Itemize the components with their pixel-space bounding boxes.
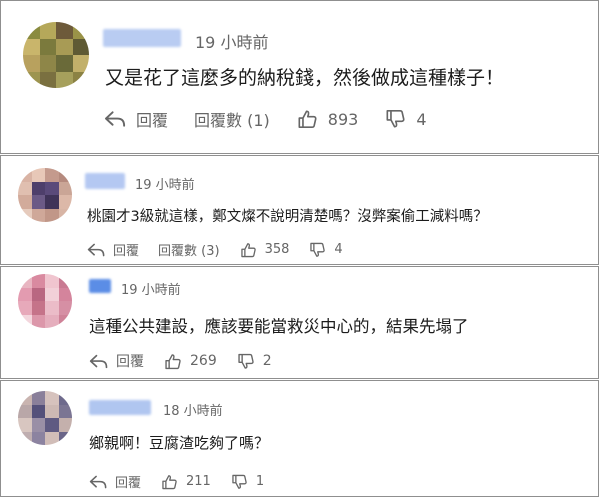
- reply-count-label: 回覆數 (3): [158, 244, 220, 259]
- like-button[interactable]: 358: [239, 242, 290, 258]
- avatar[interactable]: [18, 391, 72, 445]
- username-blurred[interactable]: [89, 279, 111, 293]
- comment-text: 這種公共建設，應該要能當救災中心的，結果先塌了: [89, 317, 469, 336]
- thumbs-up-icon: [162, 474, 177, 489]
- dislike-button[interactable]: 4: [384, 109, 427, 129]
- thumbs-up-icon: [240, 242, 256, 257]
- timestamp: 19 小時前: [195, 33, 269, 52]
- dislike-button[interactable]: 4: [308, 242, 343, 258]
- like-button[interactable]: 893: [296, 109, 359, 129]
- comment-actions: 回覆 211 1: [89, 472, 283, 491]
- username-blurred[interactable]: [89, 400, 151, 415]
- reply-count-button[interactable]: 回覆數 (1): [194, 107, 270, 131]
- reply-label: 回覆: [115, 476, 142, 491]
- thumbs-down-icon: [386, 110, 405, 128]
- username-blurred[interactable]: [85, 173, 125, 189]
- like-button[interactable]: 211: [160, 474, 211, 490]
- comment-text: 鄉親啊！豆腐渣吃夠了嗎？: [89, 434, 270, 452]
- thumbs-down-icon: [232, 474, 247, 489]
- like-count: 269: [190, 353, 217, 369]
- reply-icon: [87, 243, 105, 256]
- comment-card: 18 小時前 鄉親啊！豆腐渣吃夠了嗎？ 回覆 211 1: [0, 380, 599, 497]
- like-count: 358: [264, 242, 290, 257]
- comment-text: 又是花了這麼多的納稅錢，然後做成這種樣子！: [105, 67, 505, 89]
- thumbs-up-icon: [298, 110, 317, 128]
- reply-button[interactable]: 回覆: [87, 240, 139, 259]
- avatar[interactable]: [18, 168, 72, 222]
- comments-list: 19 小時前 又是花了這麼多的納稅錢，然後做成這種樣子！ 回覆 回覆數 (1) …: [0, 0, 601, 497]
- dislike-count: 2: [262, 353, 272, 369]
- timestamp: 19 小時前: [121, 283, 181, 298]
- dislike-button[interactable]: 1: [230, 474, 264, 490]
- comment-actions: 回覆 269 2: [89, 351, 291, 371]
- reply-label: 回覆: [136, 111, 169, 130]
- reply-icon: [89, 354, 108, 368]
- dislike-count: 4: [416, 109, 427, 129]
- like-button[interactable]: 269: [163, 353, 217, 370]
- reply-button[interactable]: 回覆: [104, 107, 168, 131]
- comment-card: 19 小時前 又是花了這麼多的納稅錢，然後做成這種樣子！ 回覆 回覆數 (1) …: [0, 0, 599, 154]
- dislike-button[interactable]: 2: [236, 353, 272, 370]
- reply-button[interactable]: 回覆: [89, 351, 144, 371]
- reply-icon: [104, 111, 126, 127]
- like-count: 211: [186, 474, 211, 489]
- reply-count-label: 回覆數 (1): [194, 111, 270, 130]
- avatar[interactable]: [23, 22, 89, 88]
- username-blurred[interactable]: [103, 29, 181, 47]
- reply-label: 回覆: [116, 354, 144, 370]
- timestamp: 18 小時前: [163, 404, 223, 419]
- avatar[interactable]: [18, 274, 72, 328]
- thumbs-up-icon: [165, 353, 181, 369]
- reply-button[interactable]: 回覆: [89, 472, 141, 491]
- reply-icon: [89, 475, 107, 488]
- like-count: 893: [327, 109, 359, 129]
- reply-count-button[interactable]: 回覆數 (3): [158, 240, 220, 259]
- reply-label: 回覆: [113, 244, 140, 259]
- timestamp: 19 小時前: [135, 178, 195, 193]
- thumbs-down-icon: [310, 242, 326, 257]
- comment-actions: 回覆 回覆數 (1) 893 4: [104, 107, 453, 131]
- dislike-count: 4: [334, 242, 343, 257]
- thumbs-down-icon: [238, 353, 254, 369]
- comment-card: 19 小時前 桃園才3級就這樣，鄭文燦不說明清楚嗎？沒弊案偷工減料嗎？ 回覆 回…: [0, 155, 599, 265]
- dislike-count: 1: [255, 474, 265, 489]
- comment-text: 桃園才3級就這樣，鄭文燦不說明清楚嗎？沒弊案偷工減料嗎？: [87, 209, 488, 225]
- comment-card: 19 小時前 這種公共建設，應該要能當救災中心的，結果先塌了 回覆 269 2: [0, 266, 599, 379]
- comment-actions: 回覆 回覆數 (3) 358 4: [87, 240, 362, 259]
